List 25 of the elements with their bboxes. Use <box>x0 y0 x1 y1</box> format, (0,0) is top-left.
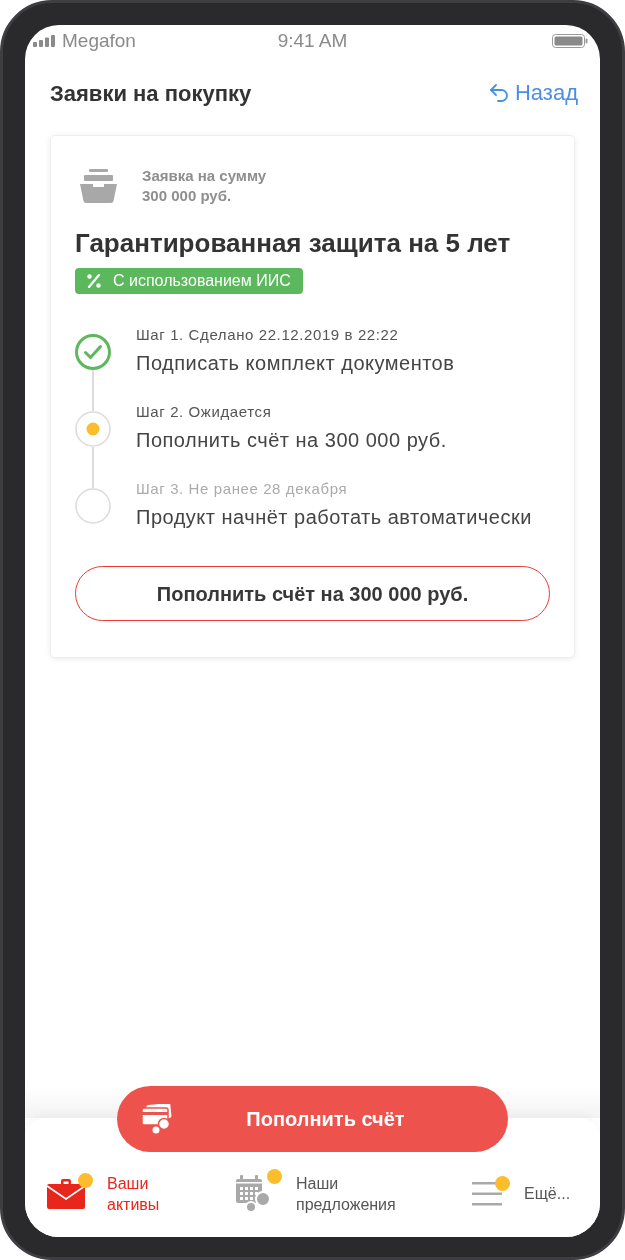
step-caption: Шаг 2. Ожидается <box>136 402 273 422</box>
top-up-button[interactable]: Пополнить счёт <box>117 1086 508 1152</box>
iis-tag-text: С использованием ИИС <box>113 271 291 291</box>
cards-coins-icon <box>142 1104 173 1134</box>
percent-icon <box>87 274 101 288</box>
carrier-name: Megafon <box>62 31 136 50</box>
status-time: 9:41 AM <box>276 31 349 50</box>
page-title: Заявки на покупку <box>50 79 252 108</box>
tab-item[interactable]: Наши предложения <box>236 1164 472 1223</box>
menu-icon <box>472 1181 502 1206</box>
step-text: Подписать комплект документов <box>136 351 455 376</box>
amount-label: Заявка на сумму <box>142 166 267 186</box>
tab-item[interactable]: Ваши активы <box>47 1164 236 1223</box>
step-caption: Шаг 1. Сделано 22.12.2019 в 22:22 <box>136 325 400 345</box>
amount-value: 300 000 руб. <box>142 186 233 206</box>
product-title: Гарантированная защита на 5 лет <box>75 227 512 259</box>
check-circle-icon <box>75 334 111 370</box>
tray-icon <box>80 169 117 203</box>
signal-icon <box>33 34 55 47</box>
step-text: Пополнить счёт на 300 000 руб. <box>136 428 447 453</box>
step-caption: Шаг 3. Не ранее 28 декабря <box>136 479 349 499</box>
battery-icon <box>552 33 588 48</box>
briefcase-icon <box>47 1178 85 1209</box>
tab-item[interactable]: Ещё... <box>472 1173 600 1214</box>
step-text: Продукт начнёт работать автоматически <box>136 505 532 530</box>
